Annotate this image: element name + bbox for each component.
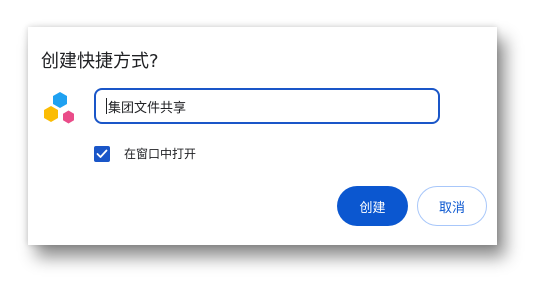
blue-hexagon <box>53 92 67 108</box>
open-in-window-label: 在窗口中打开 <box>124 147 197 161</box>
create-button[interactable]: 创建 <box>337 186 408 226</box>
create-shortcut-dialog: 创建快捷方式? 集团文件共享 在窗口中打开 创建 取消 <box>28 27 497 245</box>
yellow-hexagon <box>44 106 58 122</box>
screen: 创建快捷方式? 集团文件共享 在窗口中打开 创建 取消 <box>0 0 549 298</box>
app-icon <box>42 91 78 127</box>
checkmark-icon <box>96 149 108 158</box>
hexagons-app-icon <box>44 92 74 124</box>
pink-hexagon <box>63 110 74 124</box>
open-in-window-option[interactable]: 在窗口中打开 <box>94 145 196 162</box>
cancel-button[interactable]: 取消 <box>417 186 487 226</box>
shortcut-name-input[interactable]: 集团文件共享 <box>94 88 440 124</box>
shortcut-name-value: 集团文件共享 <box>108 100 187 116</box>
open-in-window-checkbox[interactable] <box>94 145 110 162</box>
text-caret <box>106 98 107 114</box>
dialog-title: 创建快捷方式? <box>41 51 159 72</box>
